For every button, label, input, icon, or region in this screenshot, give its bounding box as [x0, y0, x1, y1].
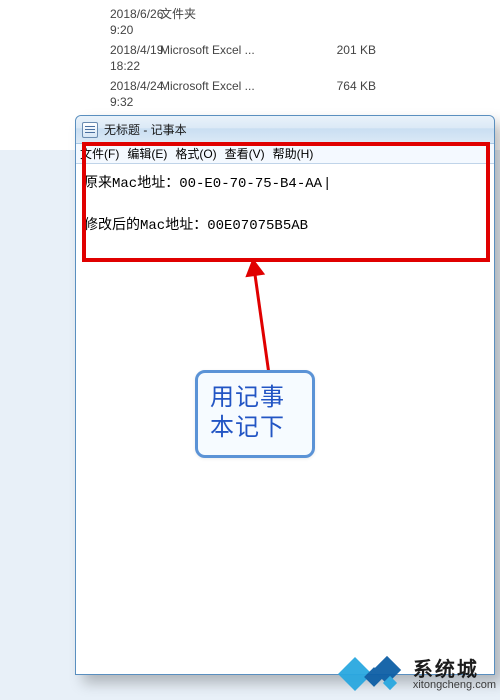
file-row[interactable]: 2018/6/26 9:20 文件夹: [0, 4, 500, 40]
menubar: 文件(F) 编辑(E) 格式(O) 查看(V) 帮助(H): [76, 144, 494, 164]
menu-format[interactable]: 格式(O): [175, 145, 216, 162]
text-line: 原来Mac地址：00-E0-70-75-B4-AA: [84, 176, 322, 192]
menu-file[interactable]: 文件(F): [80, 145, 119, 162]
titlebar[interactable]: 无标题 - 记事本: [76, 116, 494, 144]
annotation-callout: 用记事本记下: [195, 370, 315, 458]
text-line: 修改后的Mac地址：00E07075B5AB: [84, 218, 308, 234]
watermark-cn: 系统城: [413, 660, 479, 680]
callout-text: 用记事本记下: [210, 383, 300, 443]
file-date: 2018/4/24 9:32: [0, 78, 150, 110]
watermark: 系统城 xitongcheng.com: [337, 656, 496, 694]
file-type: Microsoft Excel ...: [150, 78, 290, 110]
file-size: [290, 6, 380, 38]
file-size: 764 KB: [290, 78, 380, 110]
file-date: 2018/6/26 9:20: [0, 6, 150, 38]
file-row[interactable]: 2018/4/24 9:32 Microsoft Excel ... 764 K…: [0, 76, 500, 112]
file-size: 201 KB: [290, 42, 380, 74]
file-type: Microsoft Excel ...: [150, 42, 290, 74]
file-date: 2018/4/19 18:22: [0, 42, 150, 74]
file-row[interactable]: 2018/4/19 18:22 Microsoft Excel ... 201 …: [0, 40, 500, 76]
notepad-icon: [82, 122, 98, 138]
menu-edit[interactable]: 编辑(E): [127, 145, 167, 162]
menu-view[interactable]: 查看(V): [225, 145, 265, 162]
window-title: 无标题 - 记事本: [104, 121, 187, 138]
file-type: 文件夹: [150, 6, 290, 38]
watermark-logo-icon: [337, 656, 407, 694]
watermark-en: xitongcheng.com: [413, 680, 496, 691]
menu-help[interactable]: 帮助(H): [273, 145, 314, 162]
